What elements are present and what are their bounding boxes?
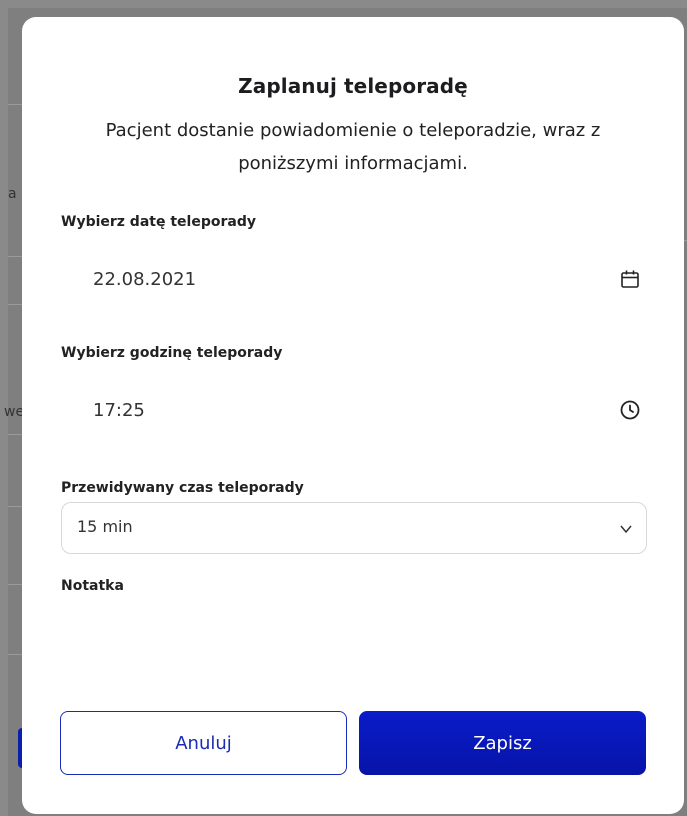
dialog-subtitle-line: poniższymi informacjami. (238, 153, 468, 174)
background-divider (8, 434, 22, 435)
note-textarea[interactable] (61, 602, 645, 692)
duration-value: 15 min (77, 517, 133, 536)
background-divider (8, 654, 22, 655)
background-divider (8, 304, 22, 305)
background-divider (8, 506, 22, 507)
chevron-down-icon (618, 521, 634, 535)
background-divider (8, 584, 22, 585)
schedule-teleconsultation-dialog: Zaplanuj teleporadę Pacjent dostanie pow… (22, 17, 684, 814)
time-value: 17:25 (93, 400, 145, 421)
cancel-button[interactable]: Anuluj (60, 711, 347, 775)
time-field-label: Wybierz godzinę teleporady (61, 345, 283, 361)
duration-select[interactable]: 15 min (61, 502, 647, 554)
clock-icon[interactable] (619, 399, 641, 421)
save-button[interactable]: Zapisz (359, 711, 646, 775)
background-divider (8, 104, 22, 105)
date-value: 22.08.2021 (93, 269, 197, 290)
date-field-label: Wybierz datę teleporady (61, 214, 256, 230)
dialog-subtitle-line: Pacjent dostanie powiadomienie o telepor… (105, 120, 601, 141)
calendar-icon[interactable] (619, 268, 641, 290)
background-text-fragment: a (8, 186, 17, 202)
note-field-label: Notatka (61, 578, 124, 594)
time-field[interactable]: 17:25 (61, 390, 647, 430)
background-divider (8, 256, 22, 257)
date-field[interactable]: 22.08.2021 (61, 259, 647, 299)
dialog-title: Zaplanuj teleporadę (238, 74, 468, 98)
duration-field-label: Przewidywany czas teleporady (61, 480, 304, 496)
dialog-subtitle: Pacjent dostanie powiadomienie o telepor… (82, 114, 624, 180)
